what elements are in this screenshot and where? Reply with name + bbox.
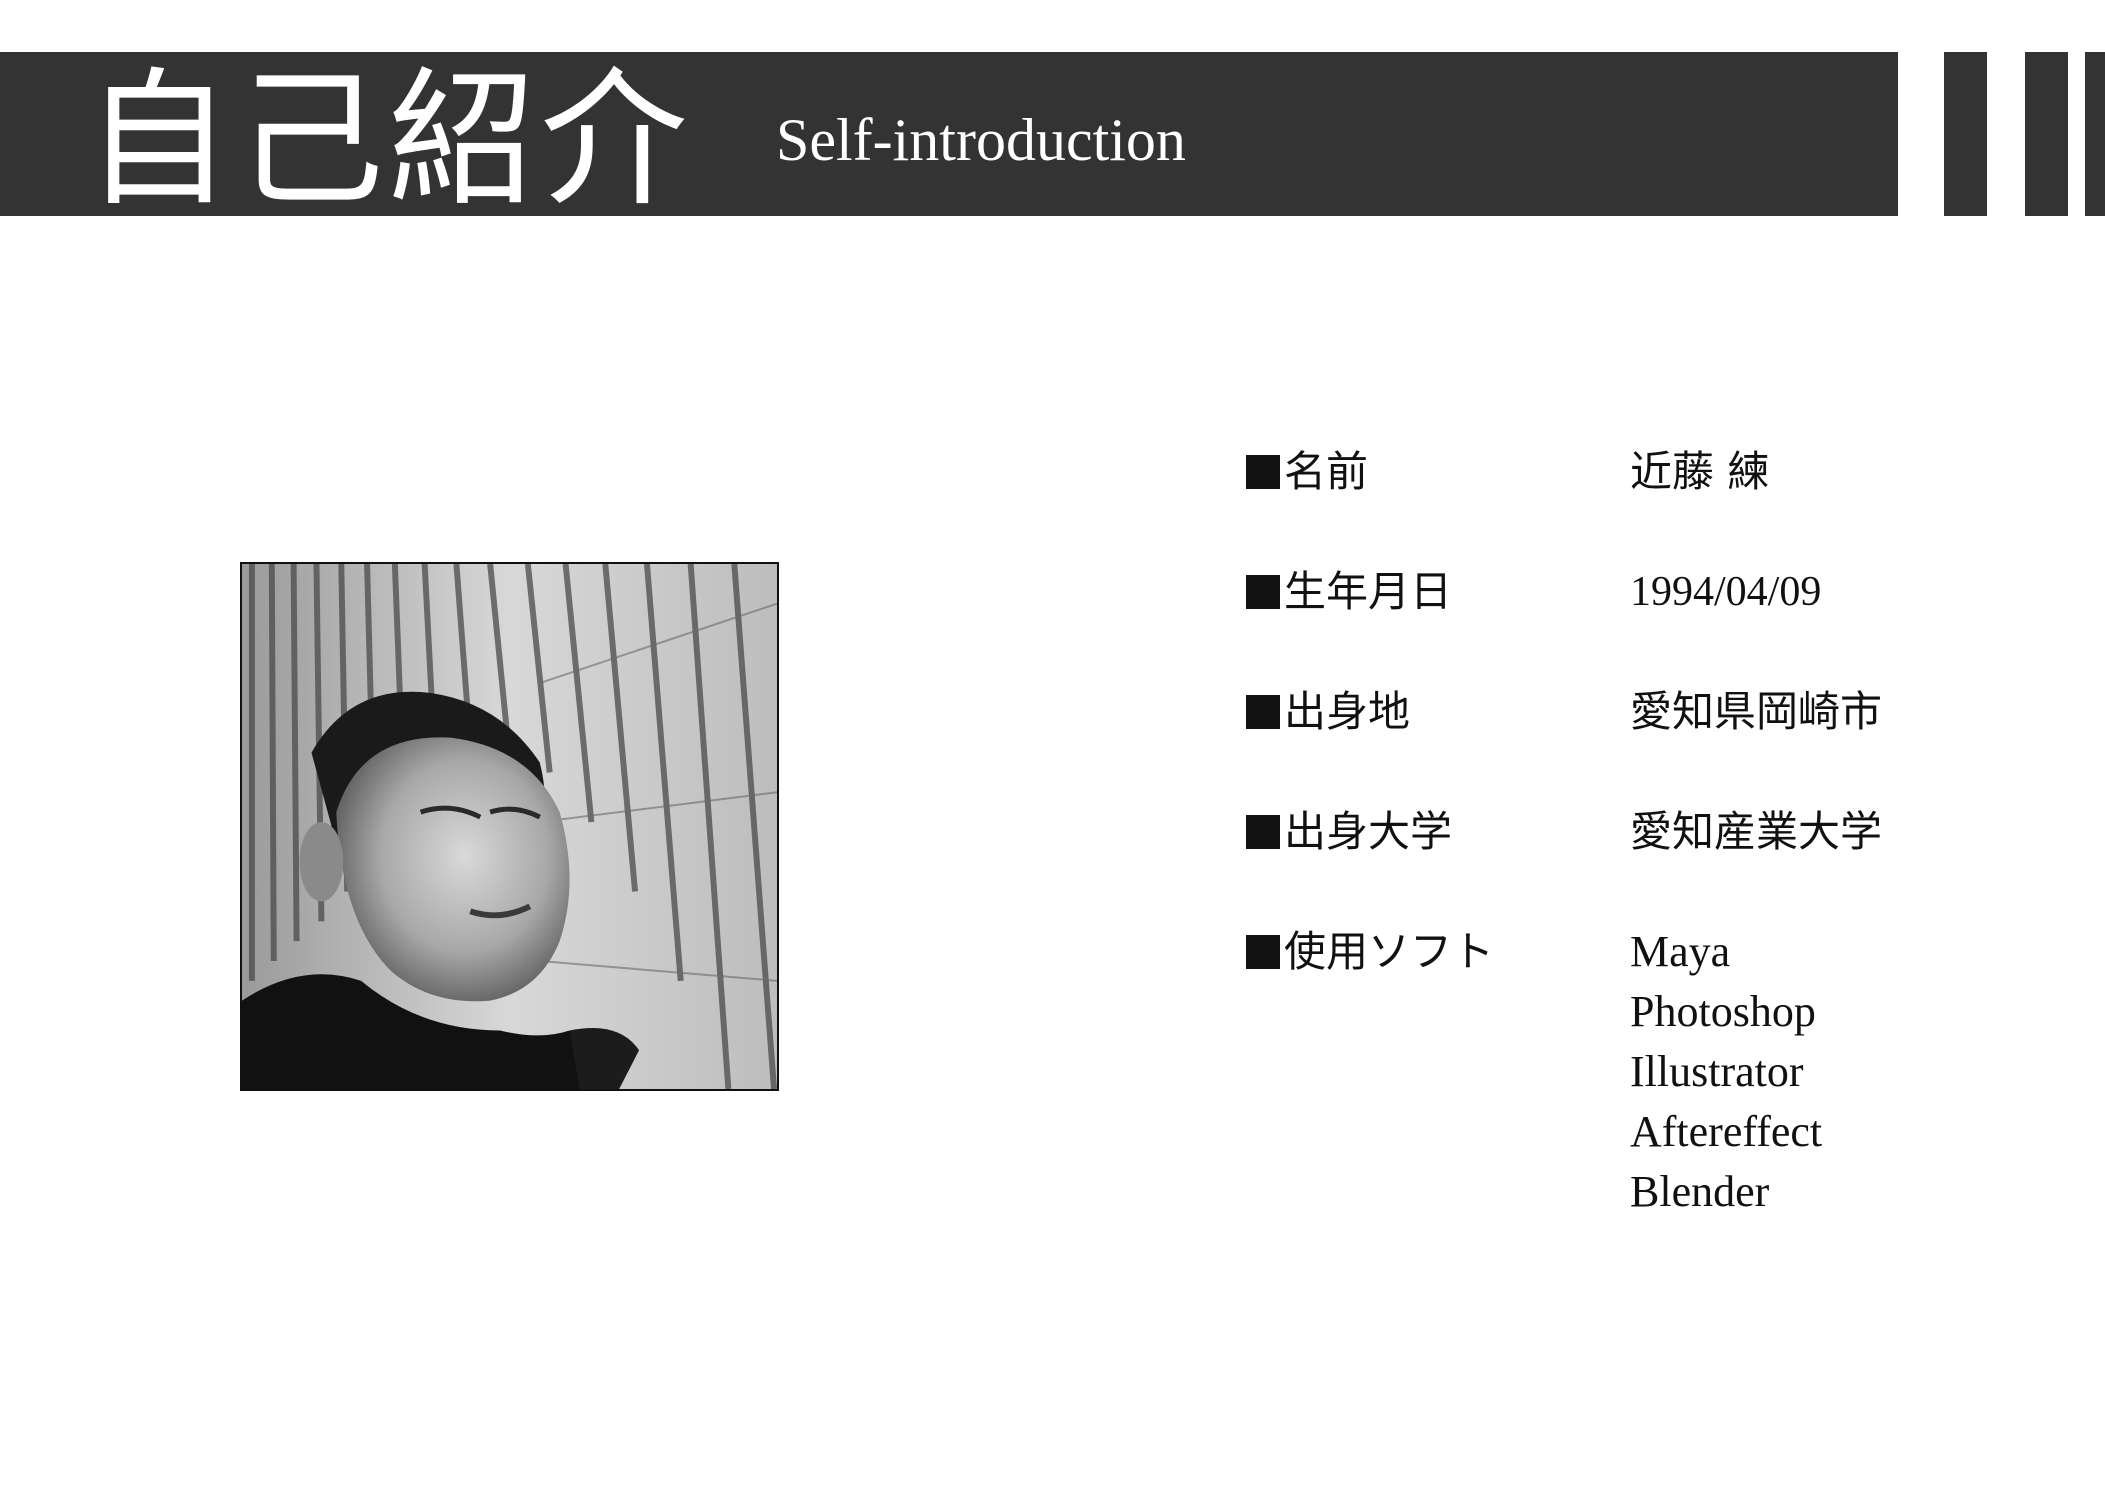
label-name-text: 名前 bbox=[1284, 447, 1369, 496]
square-bullet-icon bbox=[1246, 815, 1280, 849]
value-hometown: 愛知県岡崎市 bbox=[1630, 687, 1883, 736]
label-university: 出身大学 bbox=[1246, 802, 1452, 862]
software-item: Blender bbox=[1630, 1167, 1770, 1216]
software-item: Maya bbox=[1630, 927, 1731, 976]
label-software: 使用ソフト bbox=[1246, 922, 1494, 982]
portrait-photo-icon bbox=[242, 564, 777, 1089]
label-software-text: 使用ソフト bbox=[1284, 927, 1495, 976]
software-item: Illustrator bbox=[1630, 1047, 1804, 1096]
label-hometown: 出身地 bbox=[1246, 682, 1410, 742]
square-bullet-icon bbox=[1246, 695, 1280, 729]
decorative-stripe bbox=[1944, 52, 1987, 216]
value-university: 愛知産業大学 bbox=[1630, 807, 1883, 856]
label-name: 名前 bbox=[1246, 442, 1368, 502]
label-university-text: 出身大学 bbox=[1284, 807, 1453, 856]
value-name: 近藤 練 bbox=[1630, 447, 1770, 496]
square-bullet-icon bbox=[1246, 935, 1280, 969]
label-hometown-text: 出身地 bbox=[1284, 687, 1411, 736]
decorative-stripe bbox=[2025, 52, 2068, 216]
square-bullet-icon bbox=[1246, 455, 1280, 489]
software-item: Aftereffect bbox=[1630, 1107, 1823, 1156]
square-bullet-icon bbox=[1246, 575, 1280, 609]
software-item: Photoshop bbox=[1630, 987, 1816, 1036]
software-list: Maya Photoshop Illustrator Aftereffect B… bbox=[1630, 922, 1822, 1222]
decorative-stripe bbox=[2085, 52, 2105, 216]
label-birthdate: 生年月日 bbox=[1246, 562, 1452, 622]
page-title: 自己紹介 bbox=[84, 54, 692, 226]
page-subtitle: Self-introduction bbox=[776, 107, 1186, 173]
profile-photo bbox=[240, 562, 779, 1091]
label-birthdate-text: 生年月日 bbox=[1284, 567, 1453, 616]
value-birthdate: 1994/04/09 bbox=[1630, 569, 1822, 615]
